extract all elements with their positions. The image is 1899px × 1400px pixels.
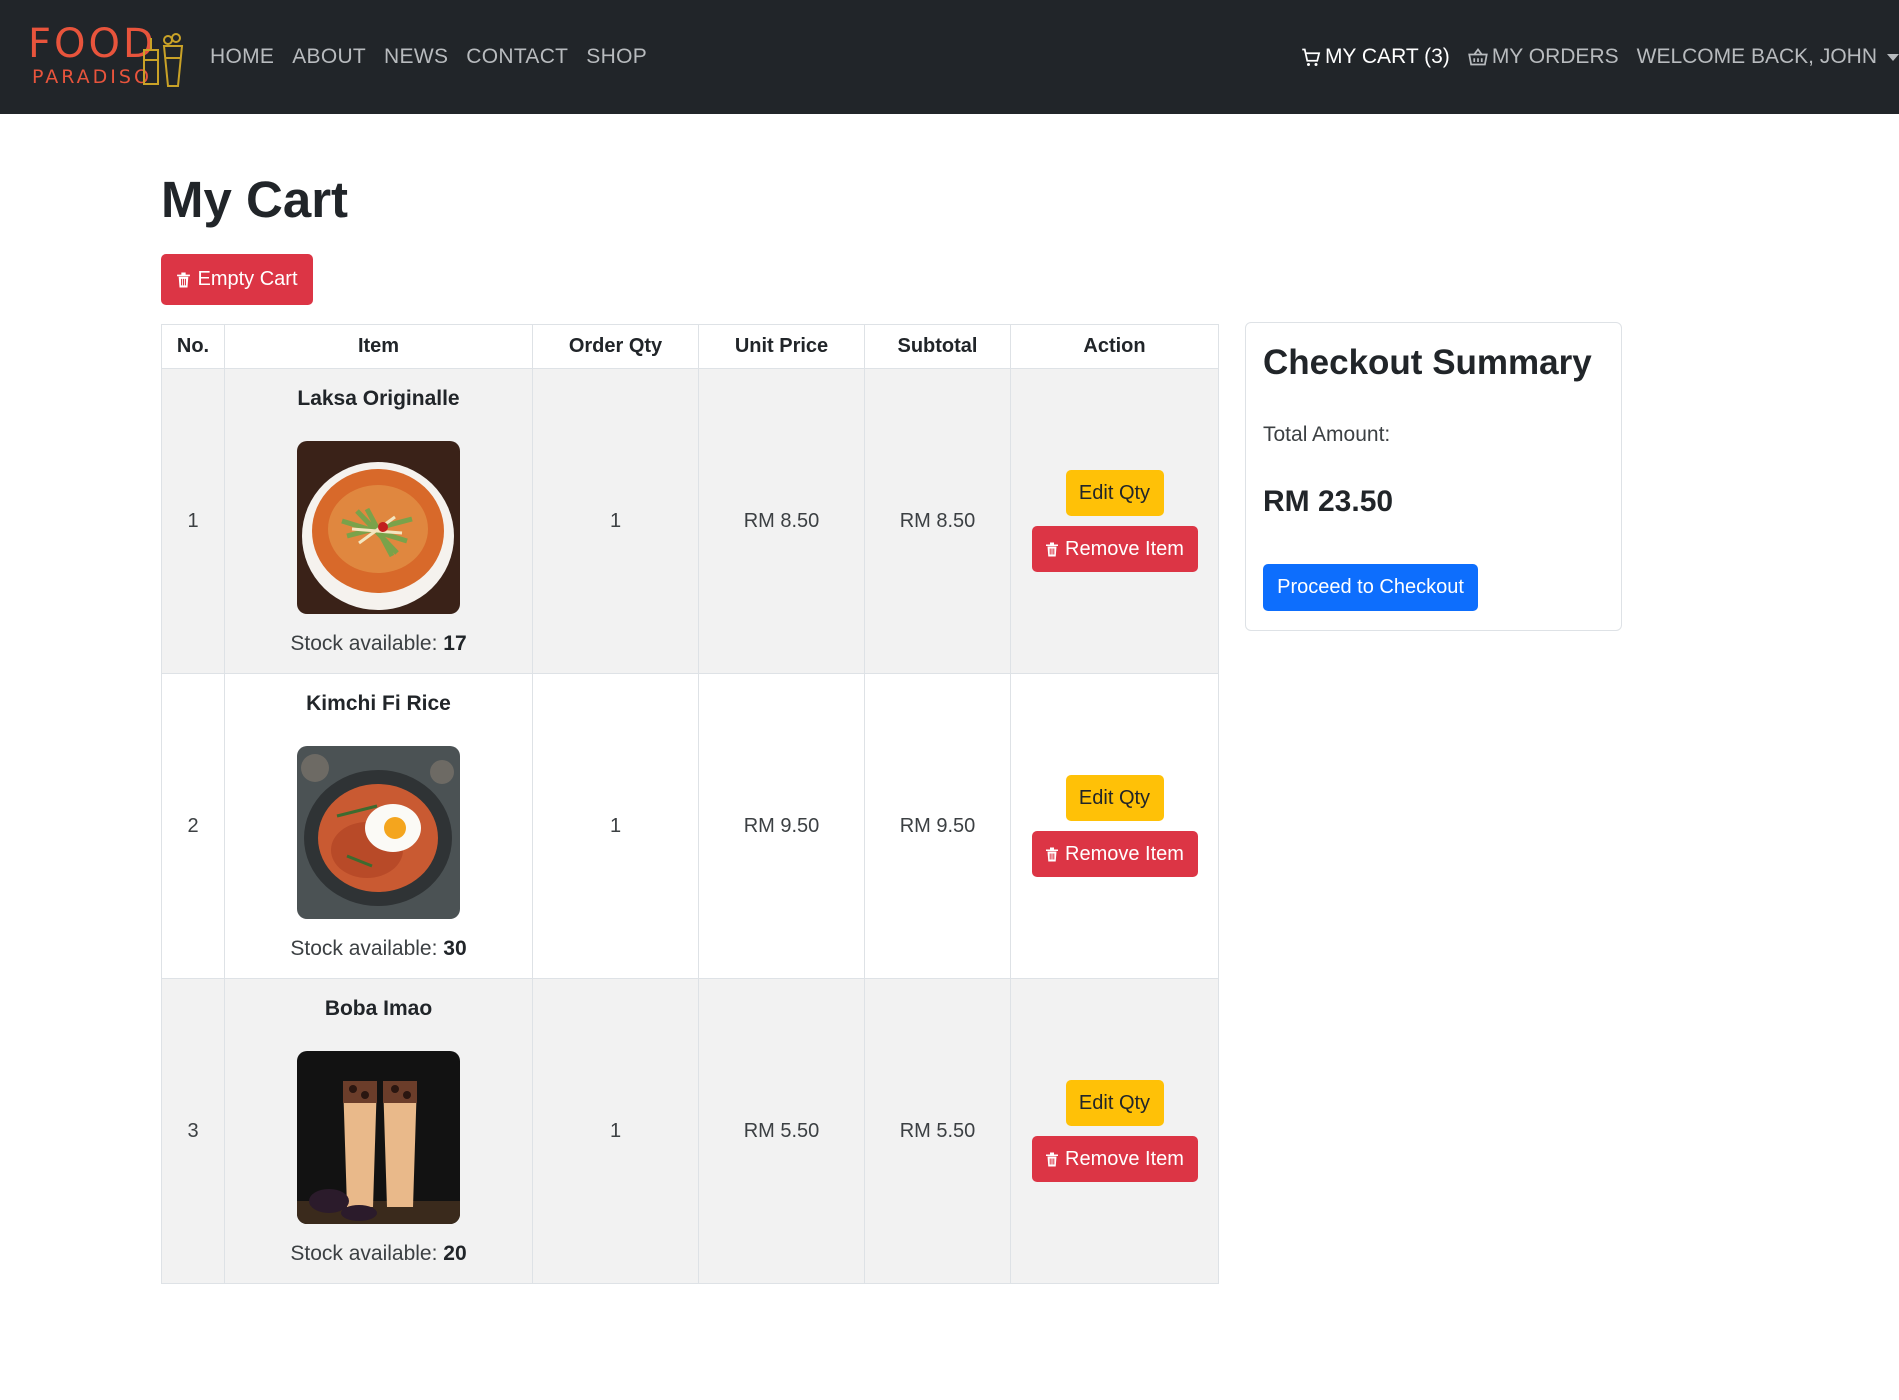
- laksa-noodle-bowl-image: [297, 440, 460, 614]
- header-order-qty: Order Qty: [532, 324, 699, 369]
- nav-about[interactable]: ABOUT: [292, 45, 366, 69]
- item-name: Laksa Originalle: [297, 386, 460, 410]
- stock-value: 17: [443, 631, 467, 655]
- nav-home[interactable]: HOME: [210, 45, 274, 69]
- nav-my-orders[interactable]: MY ORDERS: [1468, 45, 1619, 69]
- subtotal: RM 9.50: [864, 673, 1011, 979]
- item-name: Boba Imao: [324, 996, 433, 1020]
- trash-icon: [1046, 542, 1059, 556]
- edit-qty-button[interactable]: Edit Qty: [1065, 470, 1164, 516]
- stock-label: Stock available:: [290, 631, 444, 655]
- cart-table: No. Item Order Qty Unit Price Subtotal A…: [161, 324, 1219, 1284]
- navbar: FOOD PARADISO HOME ABOUT NEWS CONTACT SH…: [0, 0, 1899, 114]
- nav-contact[interactable]: CONTACT: [466, 45, 568, 69]
- food-paradiso-logo[interactable]: FOOD PARADISO: [28, 22, 188, 92]
- nav-shop[interactable]: SHOP: [586, 45, 647, 69]
- unit-price: RM 8.50: [698, 368, 865, 674]
- header-unit-price: Unit Price: [698, 324, 865, 369]
- total-amount-label: Total Amount:: [1263, 423, 1391, 446]
- main-nav: HOME ABOUT NEWS CONTACT SHOP: [210, 0, 665, 114]
- item-cell: Boba Imao Stock available: 20: [224, 978, 533, 1284]
- chevron-down-icon: [1887, 53, 1899, 61]
- logo-text-paradiso: PARADISO: [32, 66, 152, 88]
- nav-my-cart[interactable]: MY CART (3): [1301, 45, 1450, 69]
- edit-qty-button[interactable]: Edit Qty: [1065, 1080, 1164, 1126]
- empty-cart-button[interactable]: Empty Cart: [161, 254, 313, 305]
- item-cell: Laksa Originalle Stock available: 17: [224, 368, 533, 674]
- boba-milk-tea-image: [297, 1050, 460, 1224]
- welcome-label: WELCOME BACK, JOHN: [1636, 45, 1877, 68]
- order-qty: 1: [532, 368, 699, 674]
- stock-label: Stock available:: [290, 936, 444, 960]
- proceed-to-checkout-button[interactable]: Proceed to Checkout: [1263, 564, 1478, 611]
- action-cell: Edit Qty Remove Item: [1010, 978, 1219, 1284]
- action-cell: Edit Qty Remove Item: [1010, 368, 1219, 674]
- stock-info: Stock available: 20: [225, 1242, 532, 1266]
- remove-item-button[interactable]: Remove Item: [1031, 831, 1198, 877]
- header-action: Action: [1010, 324, 1219, 369]
- basket-icon: [1468, 48, 1488, 66]
- unit-price: RM 5.50: [698, 978, 865, 1284]
- table-row: 1 Laksa Originalle Stock available: 17 1…: [161, 368, 1219, 674]
- stock-label: Stock available:: [290, 1241, 444, 1265]
- subtotal: RM 8.50: [864, 368, 1011, 674]
- page-title: My Cart: [161, 171, 349, 228]
- table-row: 3 Boba Imao Stock available: 20 1 RM 5.5…: [161, 978, 1219, 1284]
- stock-value: 20: [443, 1241, 467, 1265]
- edit-qty-button[interactable]: Edit Qty: [1065, 775, 1164, 821]
- remove-item-button[interactable]: Remove Item: [1031, 1136, 1198, 1182]
- item-name: Kimchi Fi Rice: [306, 691, 451, 715]
- table-header-row: No. Item Order Qty Unit Price Subtotal A…: [161, 324, 1219, 369]
- header-no: No.: [161, 324, 225, 369]
- kimchi-fried-rice-image: [297, 745, 460, 919]
- stock-value: 30: [443, 936, 467, 960]
- order-qty: 1: [532, 978, 699, 1284]
- food-drink-logo-icon: [143, 33, 184, 87]
- header-subtotal: Subtotal: [864, 324, 1011, 369]
- logo-text-food: FOOD: [28, 21, 157, 67]
- table-row: 2 Kimchi Fi Rice Stock available: 30 1 R…: [161, 673, 1219, 979]
- user-nav: MY CART (3) MY ORDERS WELCOME BACK, JOHN: [1283, 0, 1899, 114]
- header-item: Item: [224, 324, 533, 369]
- trash-icon: [177, 272, 191, 287]
- empty-cart-label: Empty Cart: [197, 268, 298, 290]
- order-qty: 1: [532, 673, 699, 979]
- stock-info: Stock available: 30: [225, 937, 532, 961]
- row-number: 1: [161, 368, 225, 674]
- my-cart-label: MY CART (3): [1324, 45, 1450, 68]
- remove-item-label: Remove Item: [1065, 1147, 1184, 1170]
- stock-info: Stock available: 17: [225, 632, 532, 656]
- item-cell: Kimchi Fi Rice Stock available: 30: [224, 673, 533, 979]
- unit-price: RM 9.50: [698, 673, 865, 979]
- cart-icon: [1302, 48, 1321, 66]
- row-number: 3: [161, 978, 225, 1284]
- trash-icon: [1046, 847, 1059, 861]
- remove-item-label: Remove Item: [1065, 842, 1184, 865]
- total-amount-value: RM 23.50: [1263, 485, 1394, 518]
- row-number: 2: [161, 673, 225, 979]
- remove-item-label: Remove Item: [1065, 537, 1184, 560]
- nav-news[interactable]: NEWS: [384, 45, 448, 69]
- action-cell: Edit Qty Remove Item: [1010, 673, 1219, 979]
- summary-title: Checkout Summary: [1263, 343, 1592, 382]
- trash-icon: [1046, 1152, 1059, 1166]
- checkout-summary-card: Checkout Summary Total Amount: RM 23.50 …: [1245, 322, 1622, 631]
- remove-item-button[interactable]: Remove Item: [1031, 526, 1198, 572]
- my-orders-label: MY ORDERS: [1491, 45, 1619, 68]
- subtotal: RM 5.50: [864, 978, 1011, 1284]
- user-menu-dropdown[interactable]: WELCOME BACK, JOHN: [1637, 45, 1899, 69]
